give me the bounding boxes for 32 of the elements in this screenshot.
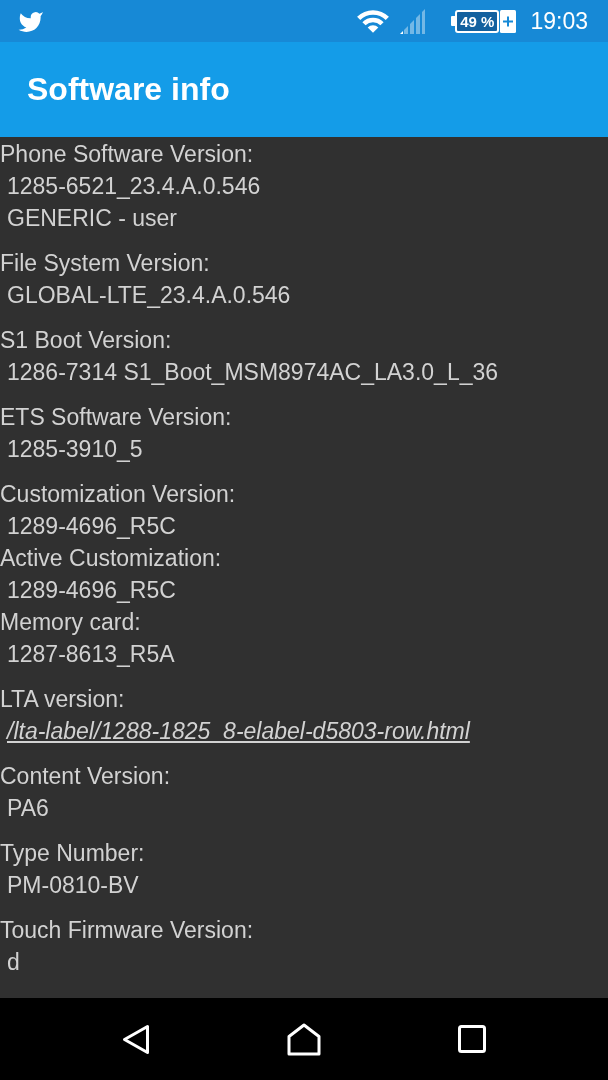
field-label: Type Number: bbox=[0, 839, 145, 868]
field-label: Phone Software Version: bbox=[0, 140, 254, 169]
clock-time: 19:03 bbox=[530, 7, 588, 35]
battery-indicator: 49 % bbox=[451, 9, 500, 33]
back-icon bbox=[122, 1023, 150, 1055]
field-value: PM-0810-BV bbox=[6, 871, 139, 900]
field-label: File System Version: bbox=[0, 249, 210, 278]
field-value: 1289-4696_R5C bbox=[6, 512, 176, 541]
field-value: 1286-7314 S1_Boot_MSM8974AC_LA3.0_L_36 bbox=[6, 358, 499, 387]
field-label: ETS Software Version: bbox=[0, 403, 232, 432]
field-label: Touch Firmware Version: bbox=[0, 916, 254, 945]
field-value: 1285-6521_23.4.A.0.546 bbox=[6, 172, 261, 201]
screen-title: Software info bbox=[27, 71, 230, 108]
field-label: Customization Version: bbox=[0, 480, 236, 509]
home-icon bbox=[287, 1022, 321, 1056]
field-value: 1287-8613_R5A bbox=[6, 640, 175, 669]
bird-icon bbox=[18, 10, 43, 32]
field-value: 1285-3910_5 bbox=[6, 435, 143, 464]
field-value: 1289-4696_R5C bbox=[6, 576, 176, 605]
signal-icon bbox=[400, 8, 426, 34]
field-label: LTA version: bbox=[0, 685, 125, 714]
field-value: PA6 bbox=[6, 794, 49, 823]
field-label: S1 Boot Version: bbox=[0, 326, 172, 355]
field-value: d bbox=[6, 948, 20, 977]
field-value: GENERIC - user bbox=[6, 204, 177, 233]
field-label: Active Customization: bbox=[0, 544, 222, 573]
field-label: Memory card: bbox=[0, 608, 141, 637]
field-value: GLOBAL-LTE_23.4.A.0.546 bbox=[6, 281, 291, 310]
lta-link[interactable]: /lta-label/1288-1825_8-elabel-d5803-row.html bbox=[7, 715, 470, 747]
wifi-icon bbox=[357, 9, 390, 33]
field-label: Content Version: bbox=[0, 762, 171, 791]
recents-icon bbox=[458, 1025, 486, 1053]
